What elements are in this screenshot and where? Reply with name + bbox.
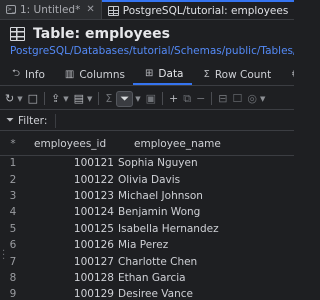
row-number-header[interactable]: * — [0, 133, 26, 156]
toolbar-divider — [161, 92, 163, 105]
cell-employees-id[interactable]: 100129 — [26, 286, 116, 300]
table-row[interactable]: 4 100124 Benjamin Wong — [0, 204, 294, 220]
data-toolbar: ↻ ▼ □ ⇪ ▼ ▤ ▼ Σ ⏷ ▼ ▣ + ⧉ − ⊟ ☐ ◎ ▼ — [0, 88, 294, 110]
stop-icon[interactable]: □ — [27, 92, 39, 105]
table-row[interactable]: 6 100126 Mia Perez — [0, 237, 294, 253]
grid-icon: ⊞ — [145, 68, 154, 79]
info-icon: ⮌ — [12, 68, 21, 79]
settings-icon[interactable]: ◎ — [246, 92, 258, 105]
table-icon — [10, 27, 25, 41]
row-number: 2 — [9, 173, 17, 186]
filter-icon: ⏷ — [6, 115, 14, 126]
properties-icon: ⚙ — [291, 69, 294, 80]
cell-employees-id[interactable]: 100128 — [26, 270, 116, 286]
cell-employee-name[interactable]: Charlotte Chen — [116, 253, 294, 269]
breadcrumb[interactable]: PostgreSQL/Databases/tutorial/Schemas/pu… — [10, 45, 294, 57]
tab-label: PostgreSQL/tutorial: employees — [122, 4, 289, 17]
table-row[interactable]: 3 100123 Michael Johnson — [0, 188, 294, 204]
filter-bar: ⏷ Filter: — [0, 111, 294, 131]
save-icon[interactable]: ▣ — [145, 92, 157, 105]
editor-tab-strip: >_ 1: Untitled* ✕ PostgreSQL/tutorial: e… — [0, 0, 294, 20]
delete-row-icon[interactable]: − — [195, 92, 206, 105]
cell-employees-id[interactable]: 100121 — [26, 155, 116, 171]
close-icon[interactable]: ✕ — [86, 4, 94, 15]
page-title-text: Table: employees — [33, 26, 170, 42]
row-number: 3 — [9, 189, 17, 202]
toolbar-divider — [44, 92, 46, 105]
tab-untitled[interactable]: >_ 1: Untitled* ✕ — [0, 0, 102, 19]
toolbar-divider — [211, 92, 213, 105]
cell-employees-id[interactable]: 100123 — [26, 188, 116, 204]
table-row[interactable]: 7 100127 Charlotte Chen — [0, 253, 294, 269]
cell-employees-id[interactable]: 100126 — [26, 237, 116, 253]
data-grid: * employees_id employee_name 1 100121 So… — [0, 133, 294, 300]
clone-row-icon[interactable]: ⧉ — [182, 92, 192, 106]
cell-employees-id[interactable]: 100127 — [26, 253, 116, 269]
tab-label: Info — [25, 68, 45, 81]
row-number: 8 — [9, 271, 17, 284]
column-header-employee-name[interactable]: employee_name — [116, 133, 294, 156]
table-row[interactable]: 2 100122 Olivia Davis — [0, 171, 294, 187]
table-row[interactable]: 8 100128 Ethan Garcia — [0, 270, 294, 286]
drag-handle-icon[interactable]: · · · — [2, 247, 5, 265]
export-icon[interactable]: ⇪ — [50, 92, 61, 105]
cell-employee-name[interactable]: Ethan Garcia — [116, 270, 294, 286]
view-icon[interactable]: ⊟ — [217, 92, 228, 105]
header-row: * employees_id employee_name — [0, 133, 294, 156]
cell-employee-name[interactable]: Mia Perez — [116, 237, 294, 253]
toolbar-divider — [98, 92, 100, 105]
sigma-icon: Σ — [203, 69, 210, 80]
tab-label: Data — [158, 67, 184, 80]
tab-columns[interactable]: ▥ Columns — [53, 64, 133, 85]
tab-data[interactable]: ⊞ Data — [133, 64, 192, 85]
sigma-icon[interactable]: Σ — [104, 92, 113, 105]
tab-label: 1: Untitled* — [20, 3, 81, 16]
filter-input[interactable] — [55, 113, 294, 128]
cell-employees-id[interactable]: 100124 — [26, 204, 116, 220]
row-number: 4 — [9, 206, 17, 219]
columns-icon: ▥ — [64, 69, 75, 80]
chevron-down-icon[interactable]: ▼ — [134, 95, 141, 103]
tab-label: Row Count — [214, 68, 272, 81]
table-row[interactable]: 9 100129 Desiree Vance — [0, 286, 294, 300]
cell-employee-name[interactable]: Isabella Hernandez — [116, 221, 294, 237]
tab-employees[interactable]: PostgreSQL/tutorial: employees — [101, 0, 294, 19]
filter-label: Filter: — [18, 114, 48, 127]
row-number: 1 — [9, 157, 17, 170]
terminal-icon: >_ — [6, 5, 16, 14]
row-number: 9 — [9, 288, 17, 300]
tab-properties[interactable]: ⚙ P — [279, 64, 294, 85]
table-icon — [107, 5, 119, 16]
cell-employee-name[interactable]: Sophia Nguyen — [116, 155, 294, 171]
edit-icon[interactable]: ☐ — [232, 92, 244, 105]
file-icon[interactable]: ▤ — [73, 92, 85, 105]
cell-employee-name[interactable]: Olivia Davis — [116, 171, 294, 187]
add-row-icon[interactable]: + — [168, 92, 179, 105]
chevron-down-icon[interactable]: ▼ — [259, 95, 266, 103]
cell-employee-name[interactable]: Desiree Vance — [116, 286, 294, 300]
tab-label: Columns — [79, 68, 126, 81]
cell-employee-name[interactable]: Michael Johnson — [116, 188, 294, 204]
cell-employees-id[interactable]: 100122 — [26, 171, 116, 187]
row-number: 5 — [9, 222, 17, 235]
view-tabs: ⮌ Info ▥ Columns ⊞ Data Σ Row Count ⚙ P — [0, 64, 294, 86]
chevron-down-icon[interactable]: ▼ — [86, 95, 93, 103]
column-header-employees-id[interactable]: employees_id — [26, 133, 116, 156]
table-row[interactable]: 5 100125 Isabella Hernandez — [0, 221, 294, 237]
refresh-icon[interactable]: ↻ — [4, 92, 15, 105]
tab-row-count[interactable]: Σ Row Count — [192, 64, 280, 85]
page-title: Table: employees — [10, 24, 170, 44]
chevron-down-icon[interactable]: ▼ — [62, 95, 69, 103]
tab-info[interactable]: ⮌ Info — [0, 64, 53, 85]
chevron-down-icon[interactable]: ▼ — [16, 95, 23, 103]
cell-employee-name[interactable]: Benjamin Wong — [116, 204, 294, 220]
cell-employees-id[interactable]: 100125 — [26, 221, 116, 237]
table-row[interactable]: 1 100121 Sophia Nguyen — [0, 155, 294, 171]
filter-icon[interactable]: ⏷ — [116, 90, 134, 107]
